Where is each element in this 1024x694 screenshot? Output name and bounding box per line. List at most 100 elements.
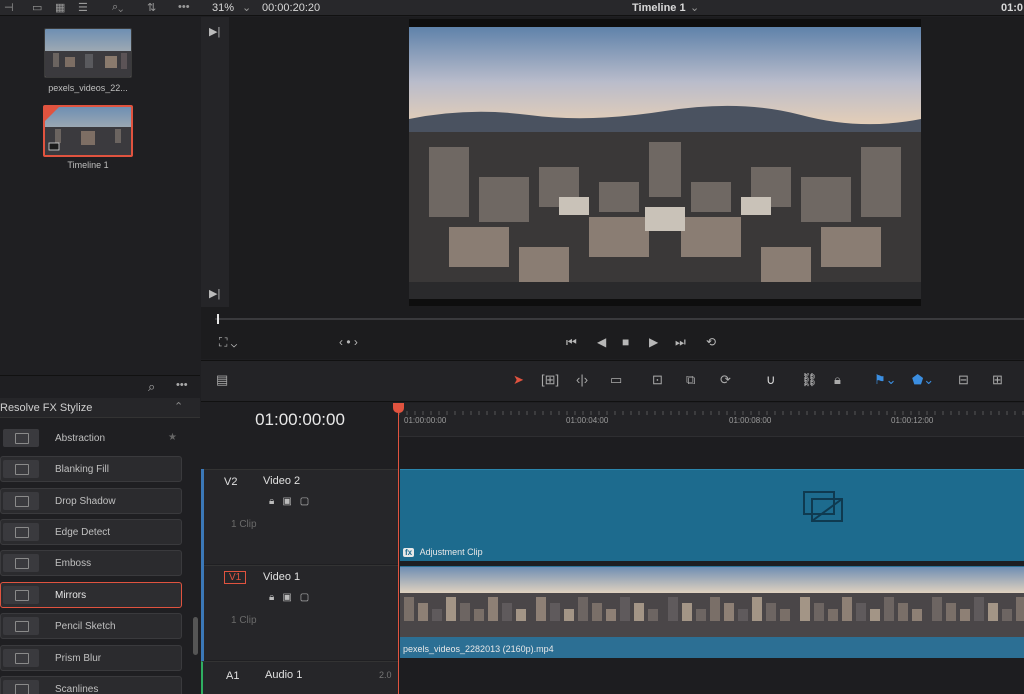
effects-scrollbar[interactable] [193,617,198,655]
effect-item-abstraction[interactable]: Abstraction ★ [0,425,182,451]
mirrors-icon [3,586,39,604]
track-header-v2[interactable]: V2 Video 2 🔒︎▣▢ 1 Clip [201,469,399,564]
adjustment-clip[interactable] [400,469,1024,561]
position-lock-icon[interactable]: 🔒︎ [834,372,841,388]
zoom-detail-icon[interactable]: ⊞ [992,372,1003,388]
timeline-thumbnail-image [45,107,131,155]
more-options-icon[interactable]: ••• [176,379,188,391]
go-to-start-icon[interactable]: ⏮ [566,335,577,350]
track-id[interactable]: V1 [224,571,247,584]
timeline-thumbnail[interactable] [43,105,133,157]
play-reverse-icon[interactable]: ◀ [597,335,606,349]
effect-item-drop-shadow[interactable]: Drop Shadow [0,488,182,514]
emboss-icon [3,554,39,572]
effect-item-mirrors[interactable]: Mirrors [0,582,182,608]
overwrite-clip-icon[interactable]: ⧉ [686,372,695,388]
sort-icon[interactable]: ⇅ [147,1,156,14]
trim-tool-icon[interactable]: [⊞] [541,372,559,388]
insert-clip-icon[interactable]: ⊡ [652,372,663,388]
favorite-star-icon[interactable]: ★ [168,432,177,443]
track-name[interactable]: Audio 1 [265,669,302,681]
clip-label: pexels_videos_22... [48,83,128,93]
filmstrip-frame [664,567,796,637]
fx-badge-icon: fx [403,548,415,557]
go-to-end-icon[interactable]: ⏭ [675,335,686,350]
effect-item-emboss[interactable]: Emboss [0,550,182,576]
blade-tool-icon[interactable]: ▭ [610,372,622,388]
timeline-view-options-icon[interactable]: ▤ [216,372,228,388]
timeline-dropdown-icon[interactable]: ⌄ [690,1,699,14]
effect-label: Blanking Fill [55,464,109,475]
effect-label: Scanlines [55,684,99,694]
clip-thumbnail[interactable] [44,28,132,78]
track-id: V2 [224,476,238,488]
play-icon[interactable]: ▶ [649,335,658,349]
ruler-label: 01:00:00:00 [404,416,447,425]
marker-icon[interactable]: ⬟⌄ [912,372,934,388]
adjustment-clip-name: Adjustment Clip [419,547,483,557]
search-icon[interactable]: ⌕ [148,379,155,395]
metadata-view-icon[interactable]: ▭ [32,1,42,14]
effect-item-blanking-fill[interactable]: Blanking Fill [0,456,182,482]
track-name[interactable]: Video 2 [263,475,300,487]
viewer-scrubber[interactable] [215,318,1024,320]
effect-label: Pencil Sketch [55,621,116,632]
drop-shadow-icon [3,492,39,510]
loop-icon[interactable]: ⟲ [706,335,716,349]
top-toolbar: ⊣ ▭ ▦ ☰ ⌕⌄ ⇅ ••• 31% ⌄ 00:00:20:20 Timel… [0,0,1024,16]
effect-item-edge-detect[interactable]: Edge Detect [0,519,182,545]
effect-label: Emboss [55,558,92,569]
effect-item-scanlines[interactable]: Scanlines [0,676,182,694]
list-view-icon[interactable]: ☰ [78,1,88,14]
effect-item-pencil-sketch[interactable]: Pencil Sketch [0,613,182,639]
clip-thumbnail-image [45,29,131,77]
chevron-up-icon[interactable]: ⌃ [174,400,183,413]
filmstrip-frame [928,567,1024,637]
timeline-timecode[interactable]: 01:00:00:00 [201,410,399,430]
search-icon[interactable]: ⌕⌄ [112,1,123,14]
scanlines-icon [3,680,39,694]
grid-view-icon[interactable]: ▦ [55,1,65,14]
video-track-indicator [201,469,204,661]
track-header-v1[interactable]: V1 Video 1 🔒︎▣▢ 1 Clip [201,565,399,660]
filmstrip-frame [532,567,664,637]
flag-icon[interactable]: ⚑⌄ [874,372,897,388]
selection-tool-icon[interactable]: ➤ [513,372,524,388]
track-name[interactable]: Video 1 [263,571,300,583]
linked-selection-icon[interactable]: ⛓ [801,372,818,388]
effects-category-header[interactable]: Resolve FX Stylize ⌃ [0,398,200,418]
effects-category-title: Resolve FX Stylize [0,402,93,414]
output-sizing-icon[interactable]: ⛶ ⌄ [219,335,237,350]
zoom-level[interactable]: 31% [212,2,234,14]
effect-label: Prism Blur [55,653,102,664]
scrubber-playhead[interactable] [217,314,219,324]
replace-clip-icon[interactable]: ⟳ [720,372,731,388]
filmstrip-frame [796,567,928,637]
playhead-handle[interactable] [393,403,404,413]
track-id: A1 [226,670,240,682]
video-clip-name: pexels_videos_2282013 (2160p).mp4 [403,644,554,654]
stop-icon[interactable]: ■ [622,335,629,349]
timeline-playhead[interactable] [398,403,399,694]
more-options-icon[interactable]: ••• [178,1,190,13]
edge-detect-icon [3,523,39,541]
adjustment-clip-label-row: fx Adjustment Clip [403,547,483,557]
jog-wheel-icon[interactable]: ‹ • › [339,335,358,349]
go-to-in-icon[interactable]: ▶| [209,25,220,38]
video-preview[interactable] [409,19,921,306]
timeline-title[interactable]: Timeline 1 [632,2,686,14]
zoom-dropdown-icon[interactable]: ⌄ [242,1,251,14]
viewer-timecode: 00:00:20:20 [262,2,321,14]
dynamic-trim-icon[interactable]: ‹|› [576,372,588,387]
timeline-label: Timeline 1 [67,160,109,170]
go-to-out-icon[interactable]: ▶| [209,287,220,300]
effect-item-prism-blur[interactable]: Prism Blur [0,645,182,671]
track-header-a1[interactable]: A1 Audio 1 2.0 [201,661,399,694]
toggle-panel-icon[interactable]: ⊣ [4,1,14,14]
track-controls[interactable]: 🔒︎▣▢ [269,496,317,507]
track-controls[interactable]: 🔒︎▣▢ [269,592,317,603]
effect-label: Mirrors [55,590,87,601]
zoom-full-icon[interactable]: ⊟ [958,372,969,388]
track-clip-count: 1 Clip [231,615,257,626]
snapping-icon[interactable]: ∪ [766,372,776,388]
